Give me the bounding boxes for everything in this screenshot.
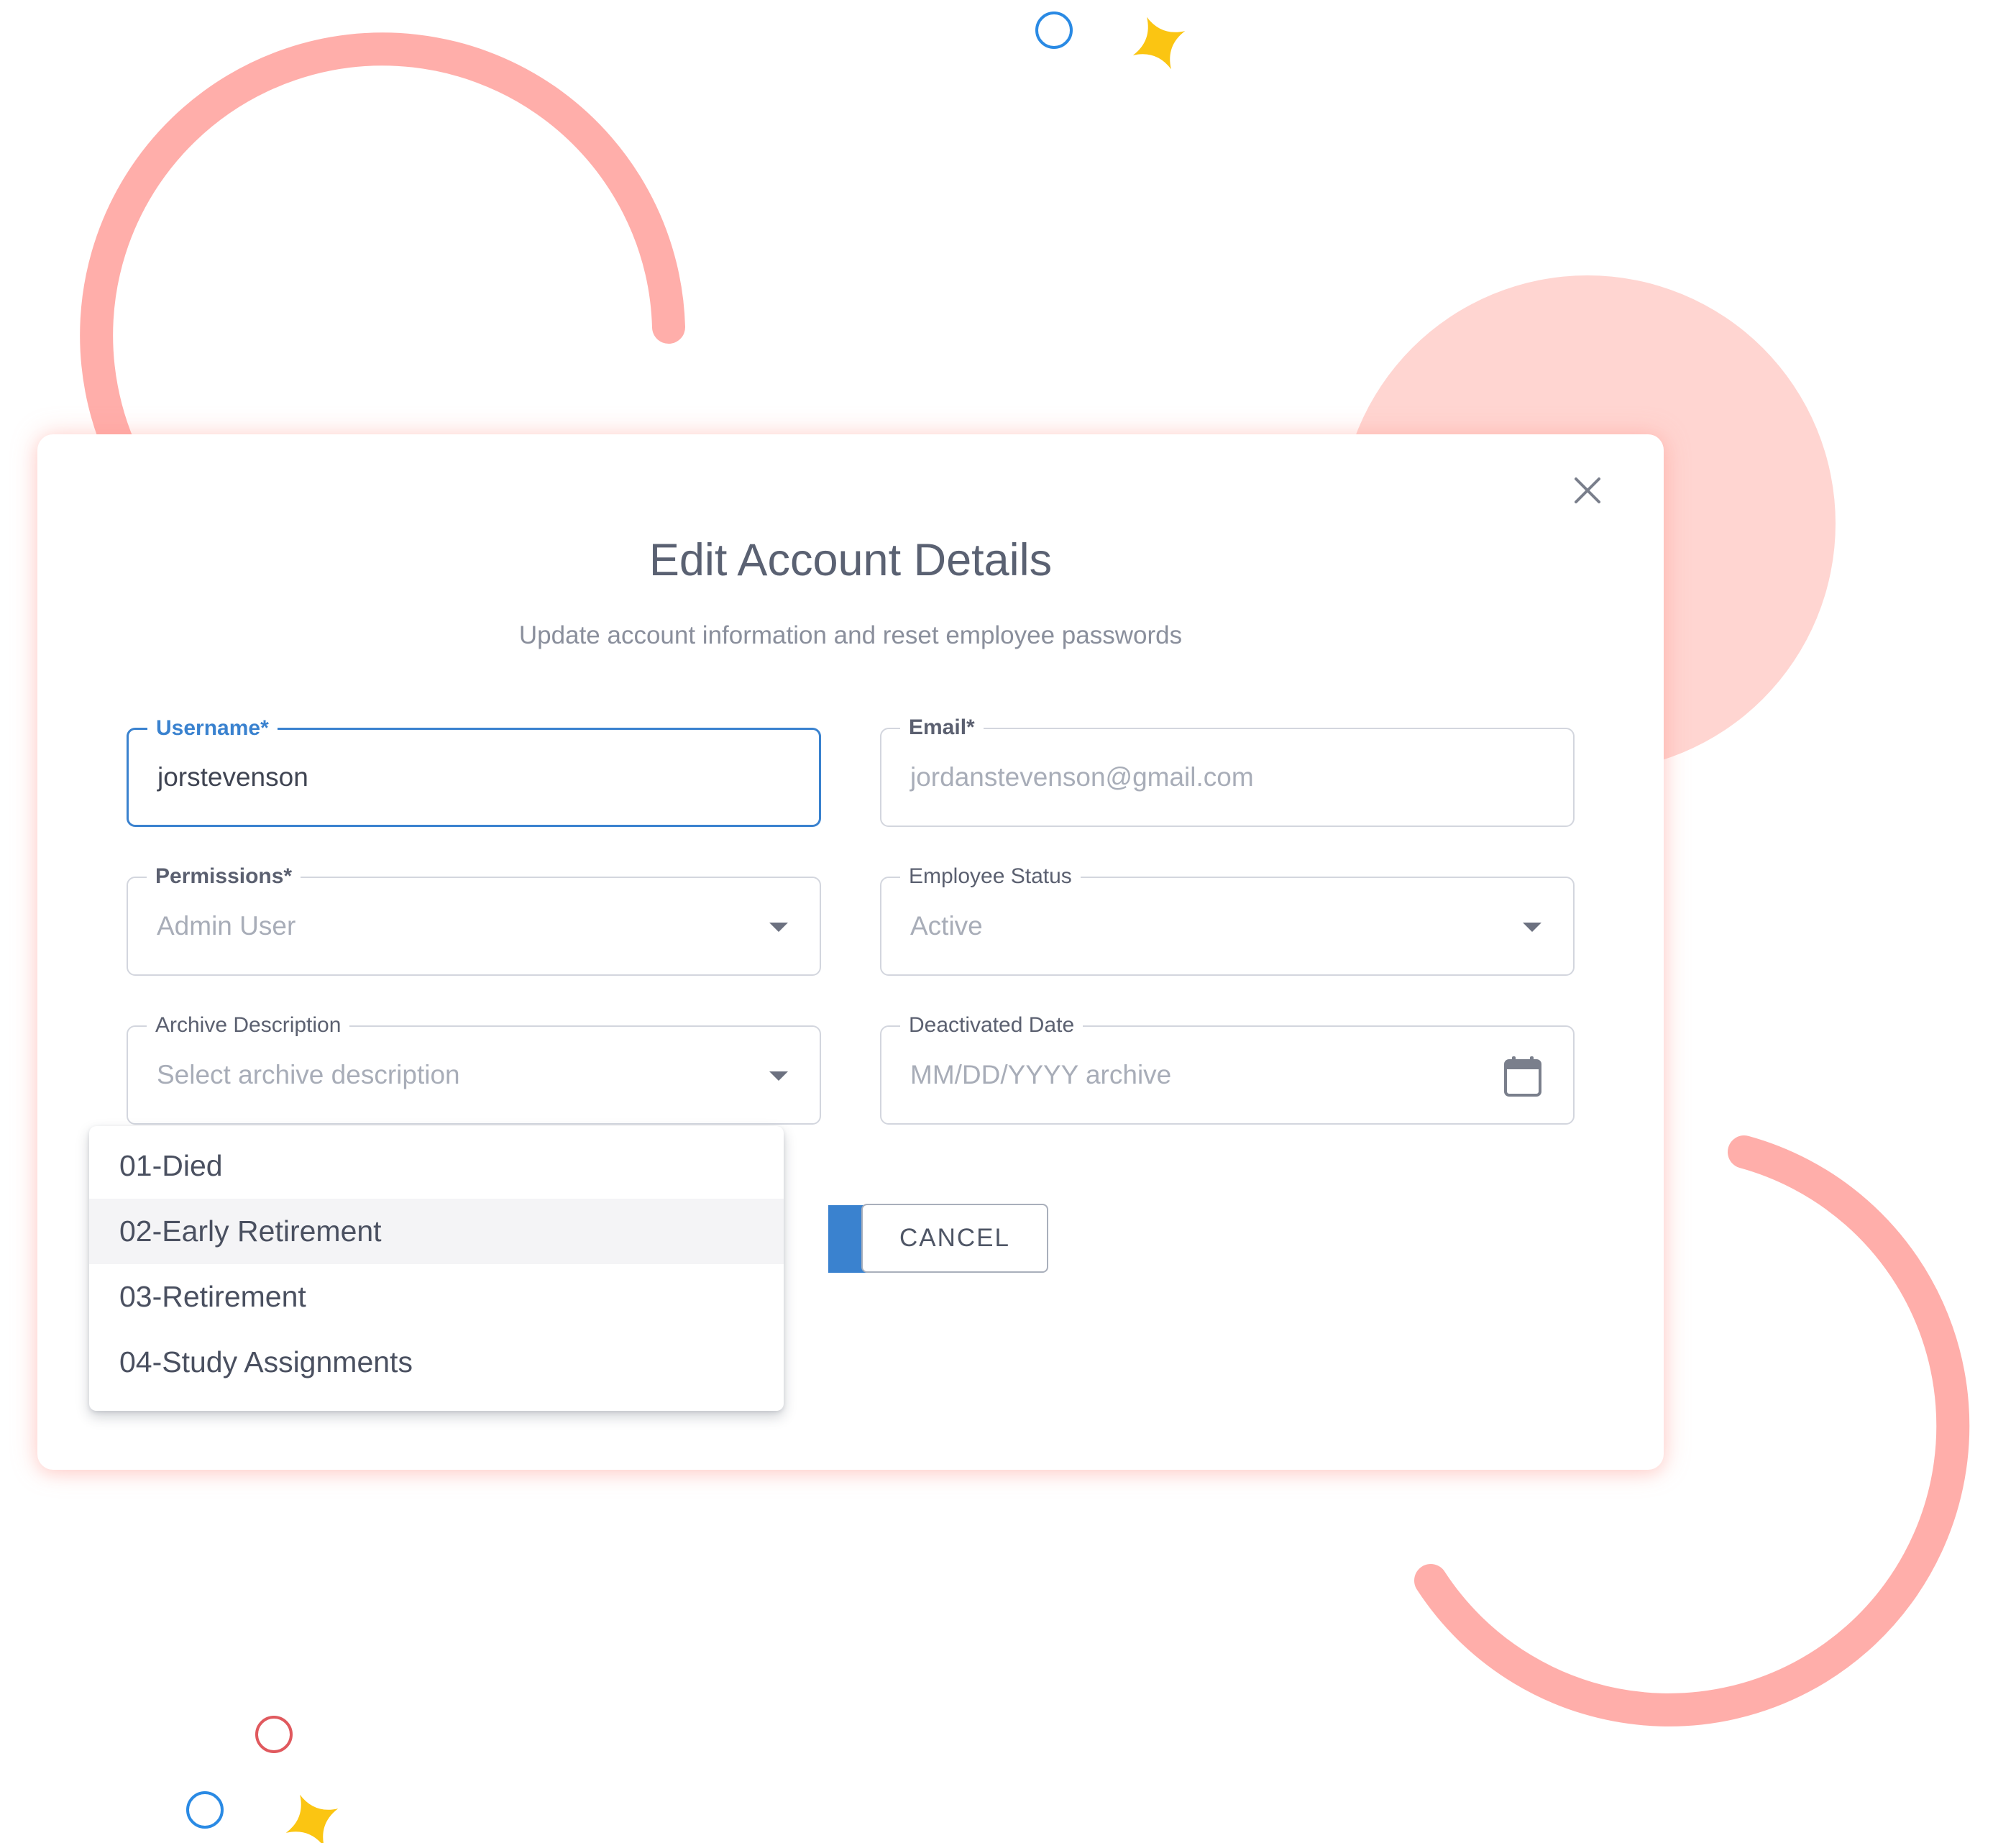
close-icon (1575, 477, 1600, 503)
chevron-down-icon (769, 923, 788, 932)
close-button[interactable] (1559, 462, 1616, 519)
app-canvas: Edit Account Details Update account info… (0, 0, 2016, 1843)
username-field[interactable]: Username* jorstevenson (127, 715, 821, 827)
permissions-value: Admin User (157, 911, 296, 941)
chevron-down-icon (769, 1071, 788, 1081)
email-field[interactable]: Email* jordanstevenson@gmail.com (880, 715, 1575, 827)
calendar-icon[interactable] (1503, 1055, 1543, 1098)
archive-description-placeholder: Select archive description (157, 1060, 460, 1089)
deactivated-date-placeholder: MM/DD/YYYY archive (910, 1060, 1172, 1089)
dropdown-option[interactable]: 02-Early Retirement (89, 1199, 784, 1264)
decor-blue-ring-bottom (186, 1791, 224, 1829)
deactivated-date-field[interactable]: Deactivated Date MM/DD/YYYY archive (880, 1012, 1575, 1125)
employee-status-value: Active (910, 911, 983, 941)
decor-red-ring (255, 1716, 293, 1753)
dropdown-option[interactable]: 03-Retirement (89, 1264, 784, 1330)
dialog-subtitle: Update account information and reset emp… (518, 621, 1183, 649)
email-value: jordanstevenson@gmail.com (910, 762, 1254, 792)
dialog-title: Edit Account Details (649, 535, 1053, 585)
chevron-down-icon (1523, 923, 1541, 932)
dropdown-option[interactable]: 04-Study Assignments (89, 1330, 784, 1395)
username-value: jorstevenson (157, 762, 308, 792)
decor-blue-ring-top (1035, 12, 1073, 49)
archive-description-dropdown: 01-Died 02-Early Retirement 03-Retiremen… (89, 1126, 784, 1411)
archive-description-select[interactable]: Archive Description Select archive descr… (127, 1012, 821, 1125)
decor-sparkle-bottom (285, 1794, 339, 1843)
permissions-select[interactable]: Permissions* Admin User (127, 864, 821, 976)
decor-sparkle-top (1132, 17, 1186, 70)
cancel-button[interactable]: CANCEL (861, 1204, 1048, 1273)
dropdown-option[interactable]: 01-Died (89, 1133, 784, 1199)
employee-status-select[interactable]: Employee Status Active (880, 864, 1575, 976)
